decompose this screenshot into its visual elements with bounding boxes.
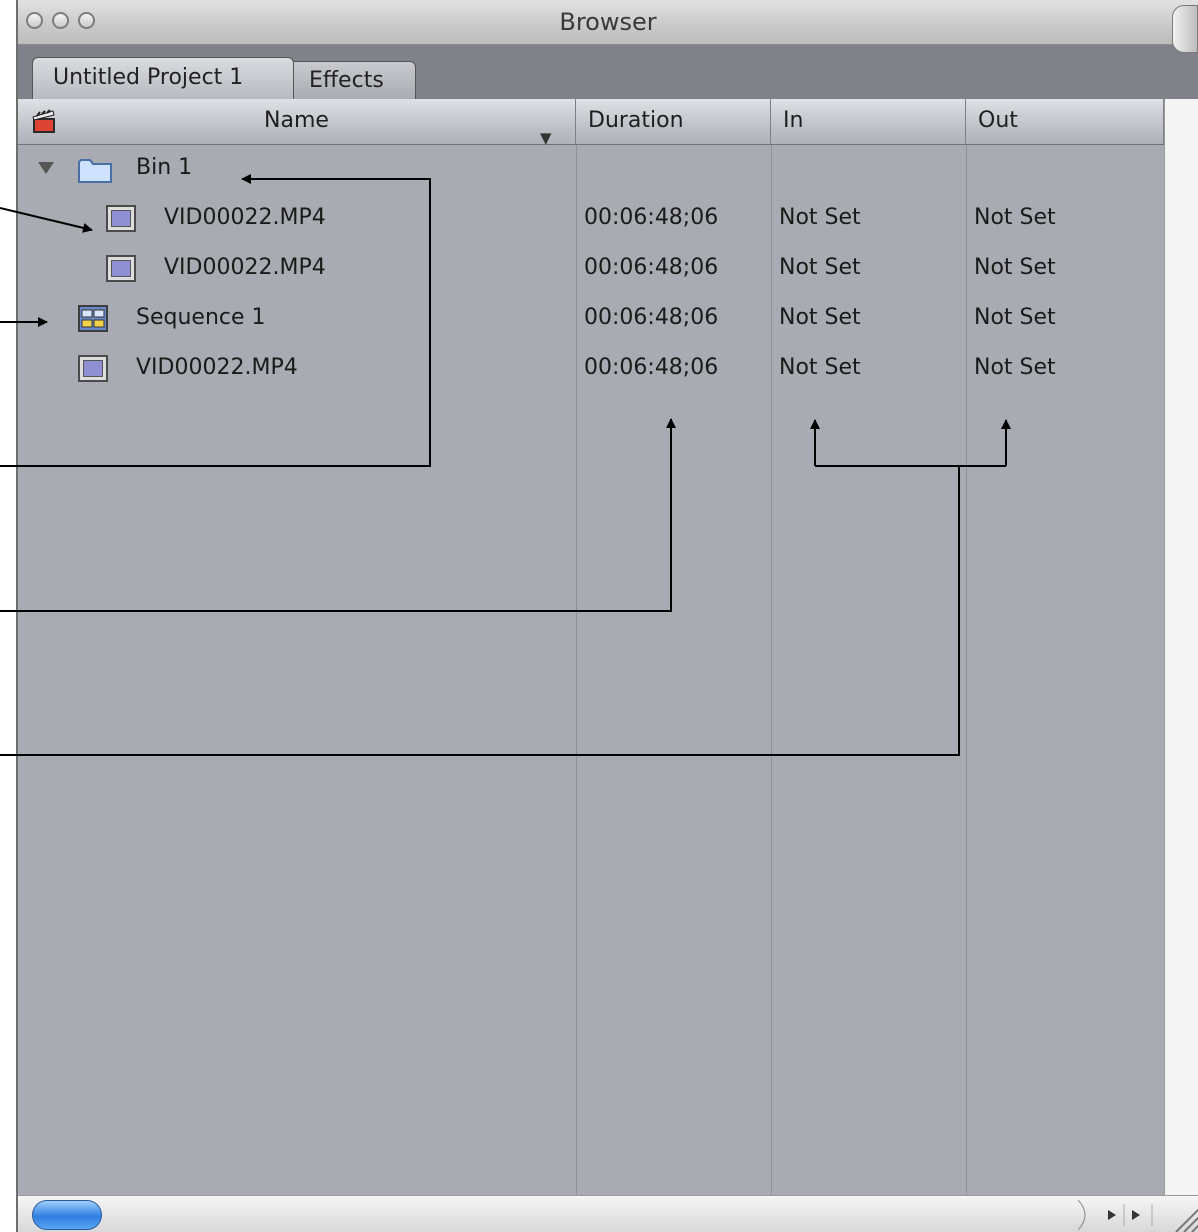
column-header: Name ▼ Duration In Out (18, 99, 1164, 147)
item-name: Sequence 1 (136, 305, 266, 330)
column-header-name[interactable]: Name ▼ (18, 99, 576, 147)
clip-icon (78, 355, 108, 382)
window-title: Browser (559, 8, 657, 36)
column-header-out[interactable]: Out (966, 99, 1164, 144)
item-in: Not Set (779, 355, 861, 380)
item-name: VID00022.MP4 (136, 355, 298, 380)
item-name: VID00022.MP4 (164, 205, 326, 230)
item-name: Bin 1 (136, 155, 193, 180)
column-header-duration[interactable]: Duration (576, 99, 771, 144)
scroll-arrows (1078, 1200, 1153, 1230)
column-label-name: Name (264, 108, 329, 133)
column-header-in[interactable]: In (771, 99, 966, 144)
item-in: Not Set (779, 205, 861, 230)
scroll-left-icon (1108, 1210, 1116, 1220)
column-divider (771, 145, 772, 1195)
list-item-clip[interactable]: VID00022.MP4 00:06:48;06 Not Set Not Set (18, 195, 1164, 245)
tab-untitled-project[interactable]: Untitled Project 1 (32, 57, 294, 99)
list-item-bin[interactable]: Bin 1 (18, 145, 1164, 195)
horizontal-scrollbar[interactable] (18, 1195, 1198, 1232)
item-out: Not Set (974, 305, 1056, 330)
scroll-thumb[interactable] (32, 1200, 102, 1230)
item-out: Not Set (974, 205, 1056, 230)
list-item-sequence[interactable]: Sequence 1 00:06:48;06 Not Set Not Set (18, 295, 1164, 345)
item-in: Not Set (779, 305, 861, 330)
clip-icon (106, 255, 136, 282)
browser-window: Browser Effects Untitled Project 1 Name … (16, 0, 1198, 1232)
item-duration: 00:06:48;06 (584, 255, 719, 280)
vertical-scroll-cap[interactable] (1172, 5, 1198, 53)
item-in: Not Set (779, 255, 861, 280)
column-divider (576, 145, 577, 1195)
scroll-right-icon (1132, 1210, 1140, 1220)
browser-list: Bin 1 VID00022.MP4 00:06:48;06 Not Set N… (18, 145, 1164, 1195)
item-duration: 00:06:48;06 (584, 205, 719, 230)
clapperboard-icon (32, 109, 55, 133)
folder-icon (78, 159, 112, 183)
tab-bar: Effects Untitled Project 1 (18, 45, 1198, 99)
item-out: Not Set (974, 355, 1056, 380)
item-duration: 00:06:48;06 (584, 305, 719, 330)
tab-effects[interactable]: Effects (288, 61, 416, 99)
disclosure-triangle-icon[interactable] (38, 162, 54, 174)
title-bar[interactable]: Browser (18, 0, 1198, 45)
item-name: VID00022.MP4 (164, 255, 326, 280)
item-duration: 00:06:48;06 (584, 355, 719, 380)
sequence-icon (78, 305, 108, 332)
clip-icon (106, 205, 136, 232)
column-divider (966, 145, 967, 1195)
vertical-scrollbar[interactable] (1164, 99, 1198, 1195)
list-item-clip[interactable]: VID00022.MP4 00:06:48;06 Not Set Not Set (18, 345, 1164, 395)
list-item-clip[interactable]: VID00022.MP4 00:06:48;06 Not Set Not Set (18, 245, 1164, 295)
item-out: Not Set (974, 255, 1056, 280)
resize-grip-icon[interactable] (1166, 1198, 1198, 1232)
